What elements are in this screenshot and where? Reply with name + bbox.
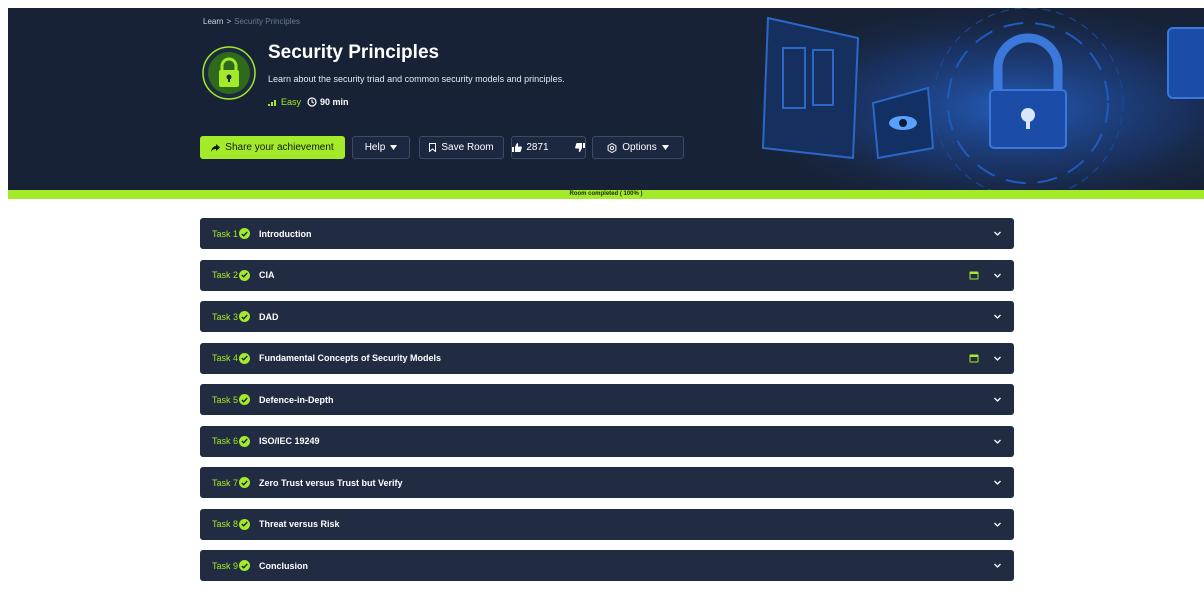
- room-header: Learn > Security Principles Security Princ…: [8, 8, 1204, 190]
- help-label: Help: [364, 142, 386, 153]
- task-title: Introduction: [259, 228, 312, 239]
- task-row[interactable]: Task 9 Conclusion: [200, 550, 1014, 581]
- breadcrumb: Learn > Security Principles: [203, 17, 300, 26]
- task-number: Task 6: [212, 436, 239, 446]
- calendar-icon: [969, 271, 979, 279]
- caret-down-icon: [390, 145, 398, 150]
- vote-group: 2871: [511, 136, 586, 159]
- duration: 90 min: [307, 97, 349, 107]
- check-icon: [239, 394, 250, 405]
- task-number: Task 5: [212, 394, 239, 405]
- task-title: ISO/IEC 19249: [259, 436, 320, 446]
- duration-label: 90 min: [320, 97, 349, 107]
- breadcrumb-current: Security Principles: [234, 17, 300, 26]
- chevron-down-icon[interactable]: [993, 229, 1002, 238]
- chevron-down-icon[interactable]: [993, 312, 1002, 321]
- share-arrow-icon: [211, 143, 221, 152]
- breadcrumb-separator: >: [226, 17, 232, 26]
- task-row[interactable]: Task 4 Fundamental Concepts of Security M…: [200, 342, 1014, 374]
- chevron-down-icon[interactable]: [993, 561, 1002, 570]
- task-title: Zero Trust versus Trust but Verify: [259, 477, 403, 488]
- bookmark-icon: [429, 143, 437, 152]
- caret-down-icon: [661, 145, 669, 150]
- task-title: Fundamental Concepts of Security Models: [259, 353, 442, 363]
- calendar-icon: [969, 354, 979, 362]
- task-row[interactable]: Task 8 Threat versus Risk: [200, 508, 1014, 540]
- check-icon: [239, 560, 250, 571]
- task-number: Task 1: [212, 228, 239, 239]
- task-row[interactable]: Task 7 Zero Trust versus Trust but Verify: [200, 467, 1014, 498]
- task-row[interactable]: Task 6 ISO/IEC 19249: [200, 425, 1014, 457]
- chevron-down-icon[interactable]: [993, 395, 1002, 404]
- task-row[interactable]: Task 5 Defence-in-Depth: [200, 384, 1014, 415]
- check-icon: [239, 311, 250, 322]
- options-dropdown[interactable]: Options: [592, 136, 684, 159]
- check-icon: [239, 228, 250, 239]
- task-title: DAD: [259, 311, 279, 322]
- signal-bars-icon: [268, 100, 276, 106]
- task-number: Task 9: [212, 560, 239, 571]
- room-description: Learn about the security triad and commo…: [268, 74, 565, 84]
- task-number: Task 2: [212, 270, 239, 280]
- check-icon: [239, 352, 250, 364]
- chevron-down-icon[interactable]: [993, 271, 1002, 280]
- task-number: Task 8: [212, 519, 239, 529]
- upvote-count: 2871: [526, 142, 549, 153]
- chevron-down-icon[interactable]: [993, 478, 1002, 487]
- task-title: Defence-in-Depth: [259, 394, 334, 405]
- task-title: CIA: [259, 270, 275, 280]
- task-list: Task 1 Introduction Task 2 CIA Task 3 DAD Task…: [200, 218, 1014, 592]
- share-label: Share your achievement: [225, 142, 334, 153]
- difficulty-label: Easy: [281, 97, 302, 107]
- room-page: Learn > Security Principles Security Princ…: [8, 8, 1204, 589]
- help-dropdown[interactable]: Help: [352, 136, 410, 159]
- task-row[interactable]: Task 3 DAD: [200, 301, 1014, 332]
- check-icon: [239, 435, 250, 447]
- task-number: Task 7: [212, 477, 239, 488]
- room-title: Security Principles: [268, 42, 440, 63]
- progress-label: Room completed ( 100% ): [569, 191, 643, 197]
- task-title: Threat versus Risk: [259, 519, 340, 529]
- upvote-button[interactable]: 2871: [504, 137, 556, 158]
- task-number: Task 4: [212, 353, 239, 363]
- options-label: Options: [622, 142, 657, 153]
- room-meta: Easy 90 min: [268, 97, 349, 107]
- security-illustration: [728, 8, 1204, 190]
- task-row[interactable]: Task 1 Introduction: [200, 218, 1014, 249]
- check-icon: [239, 269, 250, 281]
- check-icon: [239, 518, 250, 530]
- chevron-down-icon[interactable]: [993, 354, 1002, 363]
- chevron-down-icon[interactable]: [993, 520, 1002, 529]
- task-row[interactable]: Task 2 CIA: [200, 259, 1014, 291]
- save-room-button[interactable]: Save Room: [419, 136, 504, 159]
- room-progress-bar: Room completed ( 100% ): [8, 190, 1204, 199]
- save-label: Save Room: [441, 142, 494, 153]
- share-achievement-button[interactable]: Share your achievement: [200, 136, 345, 159]
- thumbs-down-icon: [574, 143, 585, 152]
- clock-icon: [307, 97, 317, 107]
- room-lock-icon: [202, 46, 256, 100]
- task-number: Task 3: [212, 311, 239, 322]
- thumbs-up-icon: [512, 143, 523, 152]
- chevron-down-icon[interactable]: [993, 437, 1002, 446]
- task-title: Conclusion: [259, 560, 308, 571]
- check-icon: [239, 477, 250, 488]
- gear-icon: [607, 142, 617, 153]
- difficulty: Easy: [268, 97, 301, 107]
- downvote-button[interactable]: [567, 137, 593, 158]
- breadcrumb-learn[interactable]: Learn: [203, 17, 223, 26]
